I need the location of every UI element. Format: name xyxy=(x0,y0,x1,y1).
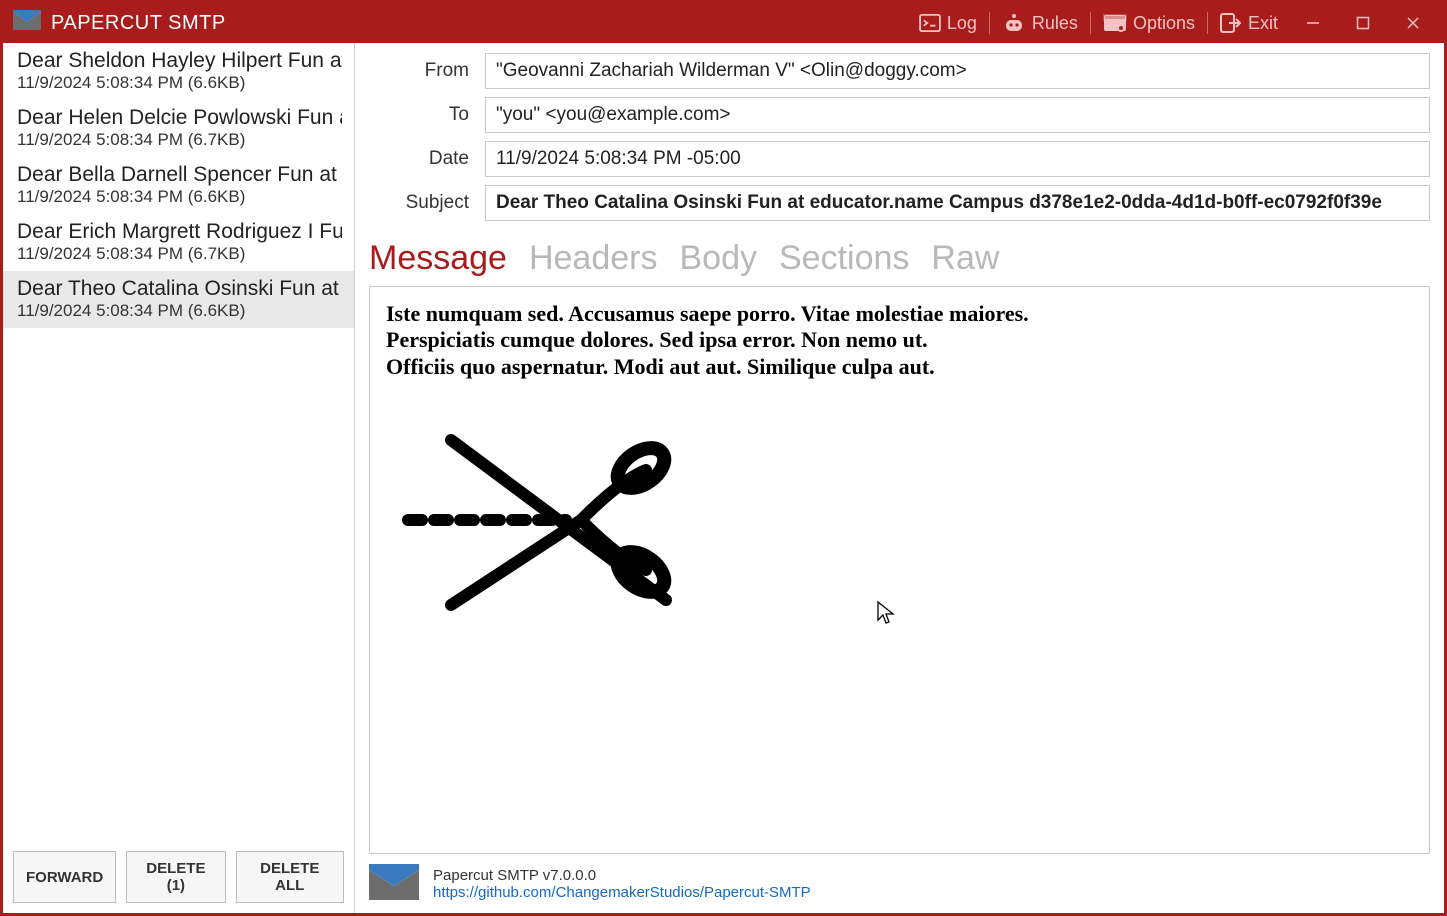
exit-button[interactable]: Exit xyxy=(1210,3,1288,43)
tab-message[interactable]: Message xyxy=(369,239,507,278)
from-value[interactable]: "Geovanni Zachariah Wilderman V" <Olin@d… xyxy=(485,53,1430,89)
message-subject: Dear Sheldon Hayley Hilpert Fun at e… xyxy=(17,49,342,73)
app-title: PAPERCUT SMTP xyxy=(51,12,226,35)
tab-body[interactable]: Body xyxy=(679,239,757,278)
message-item[interactable]: Dear Bella Darnell Spencer Fun at edu 11… xyxy=(3,157,354,214)
message-meta: 11/9/2024 5:08:34 PM (6.7KB) xyxy=(17,244,342,264)
to-value[interactable]: "you" <you@example.com> xyxy=(485,97,1430,133)
titlebar: PAPERCUT SMTP Log Rules Options Exit xyxy=(3,3,1444,43)
version-text: Papercut SMTP v7.0.0.0 xyxy=(433,867,811,884)
message-item[interactable]: Dear Sheldon Hayley Hilpert Fun at e… 11… xyxy=(3,43,354,100)
message-text: Iste numquam sed. Accusamus saepe porro.… xyxy=(386,301,1413,380)
message-list: Dear Sheldon Hayley Hilpert Fun at e… 11… xyxy=(3,43,354,841)
tab-sections[interactable]: Sections xyxy=(779,239,909,278)
rules-button[interactable]: Rules xyxy=(992,3,1088,43)
date-value[interactable]: 11/9/2024 5:08:34 PM -05:00 xyxy=(485,141,1430,177)
app-icon xyxy=(13,10,41,36)
tab-raw[interactable]: Raw xyxy=(931,239,999,278)
close-icon xyxy=(1406,16,1420,30)
subject-value[interactable]: Dear Theo Catalina Osinski Fun at educat… xyxy=(485,185,1430,221)
message-meta: 11/9/2024 5:08:34 PM (6.6KB) xyxy=(17,301,342,321)
footer-icon xyxy=(369,864,419,905)
message-subject: Dear Helen Delcie Powlowski Fun at e xyxy=(17,106,342,130)
message-item[interactable]: Dear Theo Catalina Osinski Fun at edu 11… xyxy=(3,271,354,328)
footer: Papercut SMTP v7.0.0.0 https://github.co… xyxy=(355,854,1444,913)
delete-button[interactable]: DELETE (1) xyxy=(126,851,225,903)
window-minimize[interactable] xyxy=(1288,3,1338,43)
to-label: To xyxy=(355,104,485,126)
window-maximize[interactable] xyxy=(1338,3,1388,43)
options-icon xyxy=(1103,13,1127,33)
robot-icon xyxy=(1002,13,1026,33)
content-panel: From "Geovanni Zachariah Wilderman V" <O… xyxy=(355,43,1444,913)
options-button[interactable]: Options xyxy=(1093,3,1205,43)
from-label: From xyxy=(355,60,485,82)
scissors-icon xyxy=(396,420,1413,625)
sidebar-actions: FORWARD DELETE (1) DELETE ALL xyxy=(3,841,354,913)
headers-panel: From "Geovanni Zachariah Wilderman V" <O… xyxy=(355,43,1444,235)
window-close[interactable] xyxy=(1388,3,1438,43)
minimize-icon xyxy=(1306,16,1320,30)
forward-button[interactable]: FORWARD xyxy=(13,851,116,903)
subject-label: Subject xyxy=(355,192,485,214)
message-subject: Dear Erich Margrett Rodriguez I Fun a xyxy=(17,220,342,244)
message-subject: Dear Theo Catalina Osinski Fun at edu xyxy=(17,277,342,301)
message-subject: Dear Bella Darnell Spencer Fun at edu xyxy=(17,163,342,187)
message-item[interactable]: Dear Helen Delcie Powlowski Fun at e 11/… xyxy=(3,100,354,157)
message-meta: 11/9/2024 5:08:34 PM (6.7KB) xyxy=(17,130,342,150)
message-list-sidebar: Dear Sheldon Hayley Hilpert Fun at e… 11… xyxy=(3,43,355,913)
log-button[interactable]: Log xyxy=(909,3,987,43)
tab-headers[interactable]: Headers xyxy=(529,239,658,278)
message-meta: 11/9/2024 5:08:34 PM (6.6KB) xyxy=(17,73,342,93)
exit-icon xyxy=(1220,13,1242,33)
message-body[interactable]: Iste numquam sed. Accusamus saepe porro.… xyxy=(369,286,1430,854)
repo-link[interactable]: https://github.com/ChangemakerStudios/Pa… xyxy=(433,884,811,901)
delete-all-button[interactable]: DELETE ALL xyxy=(236,851,344,903)
view-tabs: Message Headers Body Sections Raw xyxy=(355,235,1444,280)
terminal-icon xyxy=(919,14,941,32)
message-item[interactable]: Dear Erich Margrett Rodriguez I Fun a 11… xyxy=(3,214,354,271)
message-meta: 11/9/2024 5:08:34 PM (6.6KB) xyxy=(17,187,342,207)
maximize-icon xyxy=(1356,16,1370,30)
date-label: Date xyxy=(355,148,485,170)
